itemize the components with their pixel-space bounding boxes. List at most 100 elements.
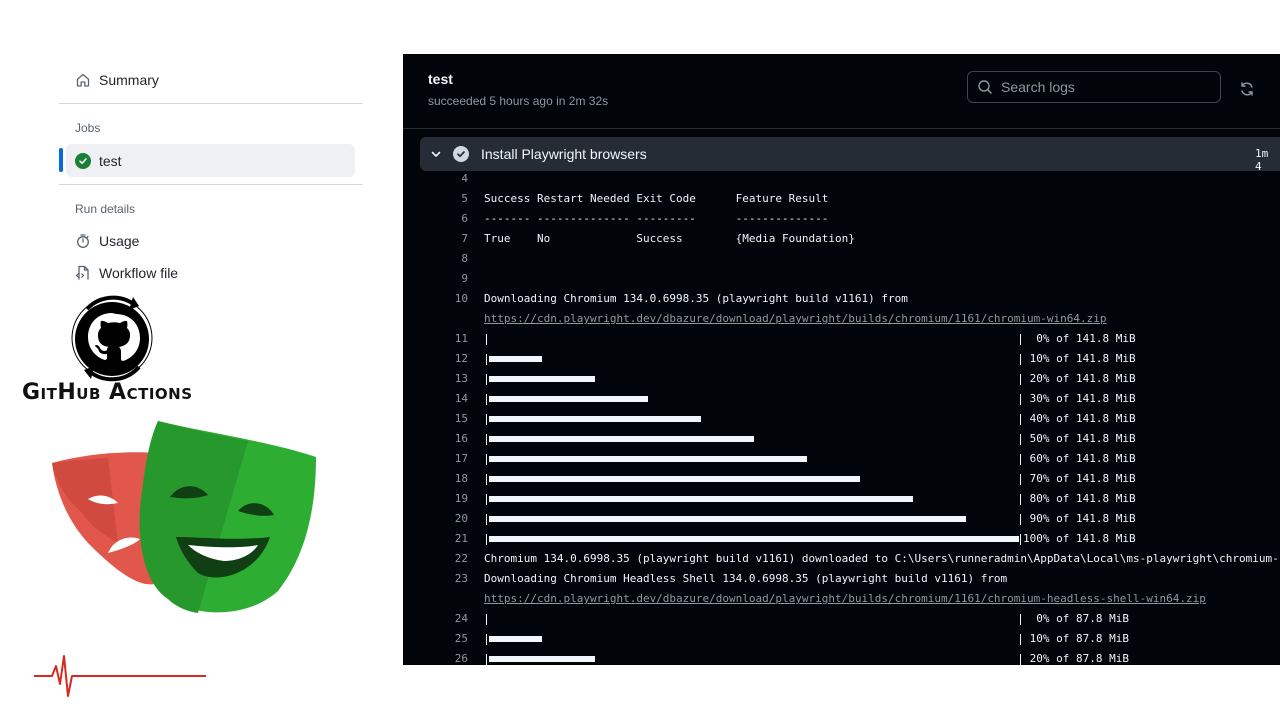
line-number[interactable]: 4 — [425, 169, 468, 189]
search-placeholder: Search logs — [1001, 79, 1075, 95]
line-number[interactable]: 7 — [425, 229, 468, 249]
search-logs-input[interactable]: Search logs — [967, 71, 1221, 103]
file-code-icon — [75, 265, 91, 281]
job-log-panel: test succeeded 5 hours ago in 2m 32s Sea… — [403, 54, 1280, 665]
log-line: 17 60% of 141.8 MiB — [403, 449, 1280, 469]
progress-text: 0% of 141.8 MiB — [1023, 332, 1136, 345]
log-link[interactable]: https://cdn.playwright.dev/dbazure/downl… — [484, 589, 1206, 609]
refresh-button[interactable] — [1237, 79, 1257, 99]
chevron-down-icon — [430, 148, 442, 160]
line-number[interactable]: 13 — [425, 369, 468, 389]
log-line: 26 20% of 87.8 MiB — [403, 649, 1280, 665]
sidebar-item-workflow-file[interactable]: Workflow file — [66, 257, 354, 289]
log-line: 5 Success Restart Needed Exit Code Featur… — [403, 189, 1280, 209]
log-line: 10 Downloading Chromium 134.0.6998.35 (pl… — [403, 289, 1280, 309]
progress-fill — [489, 396, 648, 402]
progress-text: 30% of 141.8 MiB — [1023, 392, 1136, 405]
sidebar-item-label: Workflow file — [99, 265, 179, 281]
line-number[interactable]: 8 — [425, 249, 468, 269]
line-number[interactable]: 25 — [425, 629, 468, 649]
line-number[interactable]: 14 — [425, 389, 468, 409]
line-number[interactable]: 10 — [425, 289, 468, 309]
log-line: 7 True No Success {Media Foundation} — [403, 229, 1280, 249]
download-progress-bar — [484, 529, 1024, 549]
log-line: 6 ------- -------------- --------- ------… — [403, 209, 1280, 229]
divider — [59, 103, 363, 104]
log-line: 19 80% of 141.8 MiB — [403, 489, 1280, 509]
line-number[interactable]: 11 — [425, 329, 468, 349]
progress-text: 60% of 141.8 MiB — [1023, 452, 1136, 465]
line-number[interactable]: 18 — [425, 469, 468, 489]
log-text: True No Success {Media Foundation} — [484, 232, 855, 245]
log-line: 13 20% of 141.8 MiB — [403, 369, 1280, 389]
sidebar-item-label: Summary — [99, 72, 159, 88]
sidebar-item-job-test[interactable]: test — [66, 144, 355, 177]
download-progress-bar — [484, 469, 1024, 489]
line-number[interactable]: 26 — [425, 649, 468, 665]
log-line: 4 — [403, 169, 1280, 189]
sidebar-item-usage[interactable]: Usage — [66, 225, 354, 257]
download-progress-bar — [484, 449, 1024, 469]
line-number[interactable]: 9 — [425, 269, 468, 289]
progress-text: 90% of 141.8 MiB — [1023, 512, 1136, 525]
progress-fill — [489, 356, 542, 362]
download-progress-bar — [484, 649, 1024, 665]
log-text: Chromium 134.0.6998.35 (playwright build… — [484, 552, 1280, 565]
progress-text: 70% of 141.8 MiB — [1023, 472, 1136, 485]
github-actions-logo — [71, 295, 153, 382]
download-progress-bar — [484, 409, 1024, 429]
progress-fill — [489, 656, 595, 662]
progress-text: 0% of 87.8 MiB — [1023, 612, 1129, 625]
progress-text: 10% of 87.8 MiB — [1023, 632, 1129, 645]
log-text: Downloading Chromium Headless Shell 134.… — [484, 572, 1008, 585]
step-header[interactable]: Install Playwright browsers — [420, 137, 1280, 171]
progress-fill — [489, 496, 913, 502]
jobs-heading: Jobs — [75, 121, 101, 135]
log-line: 12 10% of 141.8 MiB — [403, 349, 1280, 369]
line-number[interactable]: 22 — [425, 549, 468, 569]
download-progress-bar — [484, 489, 1024, 509]
log-line: 9 — [403, 269, 1280, 289]
log-line: 20 90% of 141.8 MiB — [403, 509, 1280, 529]
progress-text: 40% of 141.8 MiB — [1023, 412, 1136, 425]
log-text: Success Restart Needed Exit Code Feature… — [484, 192, 829, 205]
line-number[interactable]: 15 — [425, 409, 468, 429]
run-details-heading: Run details — [75, 202, 136, 216]
line-number[interactable]: 16 — [425, 429, 468, 449]
job-name: test — [99, 152, 122, 169]
log-line: 21 100% of 141.8 MiB — [403, 529, 1280, 549]
heartbeat-icon — [34, 655, 206, 697]
progress-text: 100% of 141.8 MiB — [1023, 532, 1136, 545]
search-icon — [977, 79, 993, 95]
log-line: 8 — [403, 249, 1280, 269]
line-number[interactable]: 20 — [425, 509, 468, 529]
sidebar-item-label: Usage — [99, 233, 140, 249]
line-number[interactable]: 6 — [425, 209, 468, 229]
line-number[interactable]: 24 — [425, 609, 468, 629]
line-number[interactable]: 23 — [425, 569, 468, 589]
log-line: 11 0% of 141.8 MiB — [403, 329, 1280, 349]
log-link[interactable]: https://cdn.playwright.dev/dbazure/downl… — [484, 309, 1107, 329]
progress-text: 80% of 141.8 MiB — [1023, 492, 1136, 505]
progress-text: 10% of 141.8 MiB — [1023, 352, 1136, 365]
progress-fill — [489, 376, 595, 382]
log-output: 4 5 Success Restart Needed Exit Code Featu… — [403, 169, 1280, 665]
log-line: 23 Downloading Chromium Headless Shell 13… — [403, 569, 1280, 589]
log-line: 22 Chromium 134.0.6998.35 (playwright bui… — [403, 549, 1280, 569]
log-line: 16 50% of 141.8 MiB — [403, 429, 1280, 449]
playwright-logo — [52, 421, 316, 613]
line-number[interactable]: 19 — [425, 489, 468, 509]
line-number[interactable]: 17 — [425, 449, 468, 469]
download-progress-bar — [484, 369, 1024, 389]
line-number[interactable]: 21 — [425, 529, 468, 549]
log-text: Downloading Chromium 134.0.6998.35 (play… — [484, 292, 908, 305]
line-number[interactable]: 5 — [425, 189, 468, 209]
line-number[interactable]: 12 — [425, 349, 468, 369]
download-progress-bar — [484, 509, 1024, 529]
stopwatch-icon — [75, 233, 91, 249]
progress-fill — [489, 516, 966, 522]
home-icon — [75, 72, 91, 88]
sidebar-item-summary[interactable]: Summary — [66, 64, 354, 96]
divider — [59, 184, 363, 185]
active-indicator — [59, 148, 63, 172]
